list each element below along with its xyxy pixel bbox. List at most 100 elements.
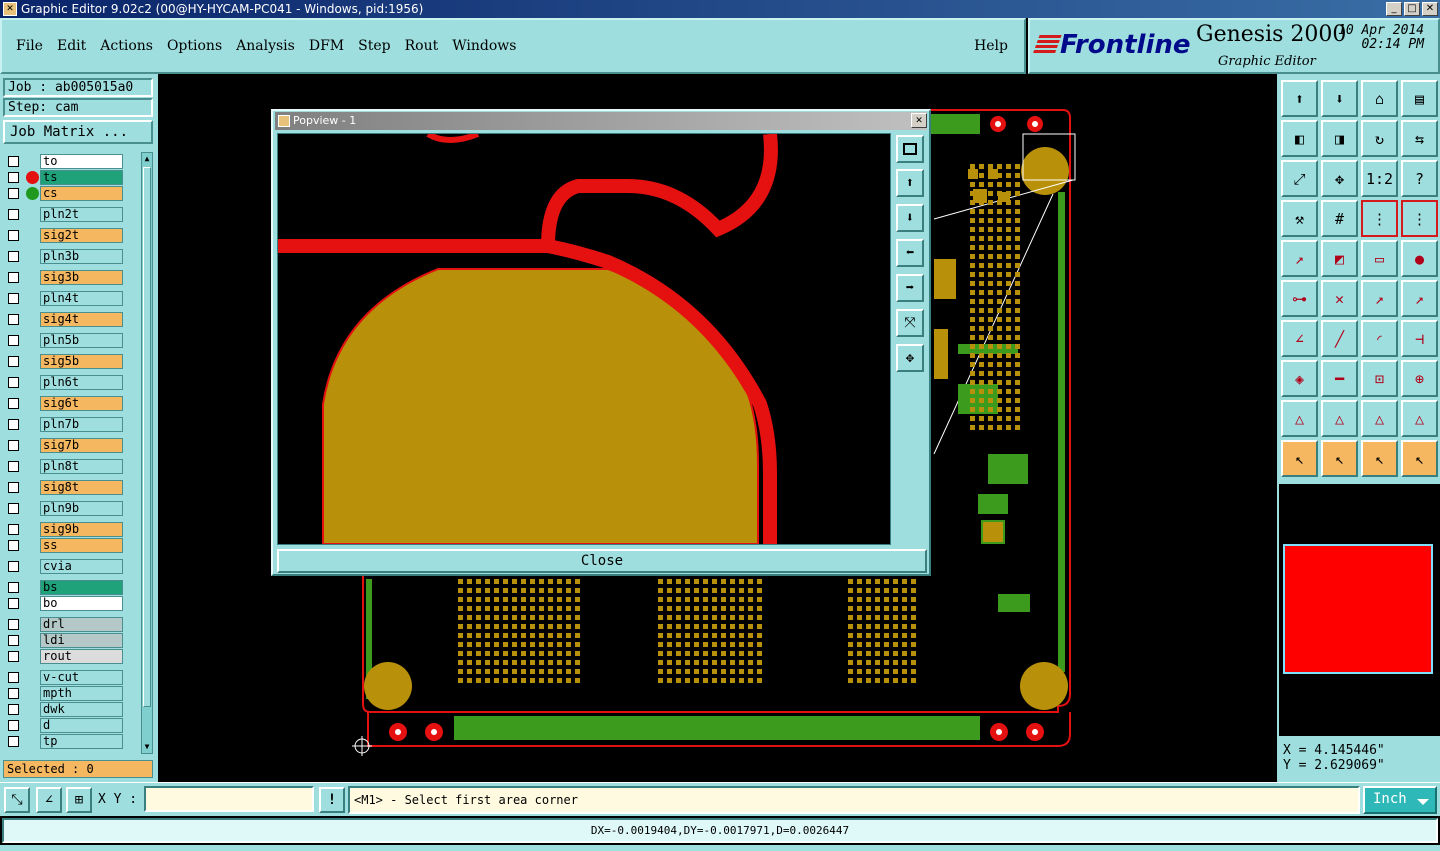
tool-zoom-home-button[interactable]: ⬆ [1281,80,1318,117]
layer-checkbox[interactable] [8,598,19,609]
layer-checkbox[interactable] [8,172,19,183]
layer-name[interactable]: cvia [40,559,123,574]
tool-help-button[interactable]: ? [1401,160,1438,197]
tool-edit-tools-button[interactable]: ⚒ [1281,200,1318,237]
tool-triangle-d-button[interactable]: △ [1401,400,1438,437]
layer-row-bs[interactable]: bs [3,580,125,595]
popview-close-button[interactable]: Close [277,549,927,573]
overview-window[interactable] [1279,484,1440,736]
layer-name[interactable]: bs [40,580,123,595]
popview-tool-1[interactable] [896,135,924,163]
layer-row-pln3b[interactable]: pln3b [3,249,125,264]
tool-pointer-button[interactable]: ↖ [1281,440,1318,477]
layer-name[interactable]: rout [40,649,123,664]
menu-rout[interactable]: Rout [405,38,439,54]
close-button[interactable]: ✕ [1422,2,1438,16]
layer-row-ss[interactable]: ss [3,538,125,553]
layer-row-ts[interactable]: ts [3,170,125,185]
popview-tool-7[interactable]: ✥ [896,344,924,372]
tool-diagonal-line-button[interactable]: ╱ [1321,320,1358,357]
layer-name[interactable]: pln7b [40,417,123,432]
layer-name[interactable]: sig4t [40,312,123,327]
alert-button[interactable]: ! [319,787,345,813]
layer-row-sig2t[interactable]: sig2t [3,228,125,243]
tool-layer-matrix-button[interactable]: ⋮ [1361,200,1398,237]
popview-tool-3[interactable]: ⬇ [896,204,924,232]
layer-row-sig7b[interactable]: sig7b [3,438,125,453]
layer-name[interactable]: pln2t [40,207,123,222]
minimize-button[interactable]: _ [1386,2,1402,16]
tool-route-pointer-button[interactable]: ↖ [1401,440,1438,477]
layer-row-pln9b[interactable]: pln9b [3,501,125,516]
layer-name[interactable]: sig9b [40,522,123,537]
scroll-thumb[interactable] [143,167,151,707]
layer-checkbox[interactable] [8,398,19,409]
layer-name[interactable]: cs [40,186,123,201]
layer-name[interactable]: mpth [40,686,123,701]
layer-name[interactable]: bo [40,596,123,611]
menu-edit[interactable]: Edit [57,38,86,54]
tool-swap-button[interactable]: ⇆ [1401,120,1438,157]
layer-name[interactable]: drl [40,617,123,632]
tool-cursor-select-button[interactable]: ↗ [1281,240,1318,277]
layer-checkbox[interactable] [8,720,19,731]
layer-checkbox[interactable] [8,524,19,535]
layer-name[interactable]: v-cut [40,670,123,685]
layer-checkbox[interactable] [8,188,19,199]
layer-checkbox[interactable] [8,736,19,747]
layer-checkbox[interactable] [8,503,19,514]
layer-checkbox[interactable] [8,688,19,699]
layer-checkbox[interactable] [8,335,19,346]
tool-scale-one-two-button[interactable]: 1:2 [1361,160,1398,197]
popview-close-icon[interactable]: ✕ [911,113,927,128]
tool-layer-matrix-2-button[interactable]: ⋮ [1401,200,1438,237]
layer-row-cvia[interactable]: cvia [3,559,125,574]
menu-file[interactable]: File [16,38,43,54]
layer-row-ldi[interactable]: ldi [3,633,125,648]
layer-name[interactable]: sig7b [40,438,123,453]
tool-triangle-a-button[interactable]: △ [1281,400,1318,437]
layer-scrollbar[interactable]: ▲ ▼ [141,152,153,754]
layer-checkbox[interactable] [8,482,19,493]
tool-home-button[interactable]: ⌂ [1361,80,1398,117]
layer-checkbox[interactable] [8,440,19,451]
layer-checkbox[interactable] [8,619,19,630]
tool-split-button[interactable]: ⊣ [1401,320,1438,357]
layer-name[interactable]: ts [40,170,123,185]
layer-checkbox[interactable] [8,704,19,715]
layer-row-tp[interactable]: tp [3,734,125,749]
tool-pointer-arrow-button[interactable]: ↖ [1361,440,1398,477]
layer-checkbox[interactable] [8,582,19,593]
layer-name[interactable]: pln8t [40,459,123,474]
layer-row-rout[interactable]: rout [3,649,125,664]
tool-move-feature-button[interactable]: ✕ [1321,280,1358,317]
measure-button[interactable]: ∠ [36,787,62,813]
menu-dfm[interactable]: DFM [309,38,344,54]
tool-grid-window-button[interactable]: ▤ [1401,80,1438,117]
grid-button[interactable]: ⊞ [66,787,92,813]
scroll-up-icon[interactable]: ▲ [142,153,152,165]
layer-name[interactable]: sig6t [40,396,123,411]
layer-row-pln7b[interactable]: pln7b [3,417,125,432]
layer-row-pln8t[interactable]: pln8t [3,459,125,474]
tool-zoom-right-button[interactable]: ◨ [1321,120,1358,157]
layer-name[interactable]: dwk [40,702,123,717]
popview-canvas[interactable] [277,133,891,545]
layer-checkbox[interactable] [8,635,19,646]
layer-name[interactable]: sig8t [40,480,123,495]
layer-checkbox[interactable] [8,356,19,367]
layer-name[interactable]: ldi [40,633,123,648]
tool-shape-add-button[interactable]: ⊕ [1401,360,1438,397]
layer-row-pln4t[interactable]: pln4t [3,291,125,306]
layer-row-cs[interactable]: cs [3,186,125,201]
tool-net-select-button[interactable]: ⊶ [1281,280,1318,317]
job-matrix-button[interactable]: Job Matrix ... [3,120,153,144]
tool-triangle-b-button[interactable]: △ [1321,400,1358,437]
tool-zoom-left-button[interactable]: ◧ [1281,120,1318,157]
tool-zoom-in-up-button[interactable]: ⬇ [1321,80,1358,117]
tool-zoom-fit-button[interactable]: ⤢ [1281,160,1318,197]
tool-line-move-button[interactable]: ↗ [1361,280,1398,317]
menu-analysis[interactable]: Analysis [236,38,295,54]
tool-arc-button[interactable]: ◜ [1361,320,1398,357]
popview-tool-2[interactable]: ⬆ [896,169,924,197]
